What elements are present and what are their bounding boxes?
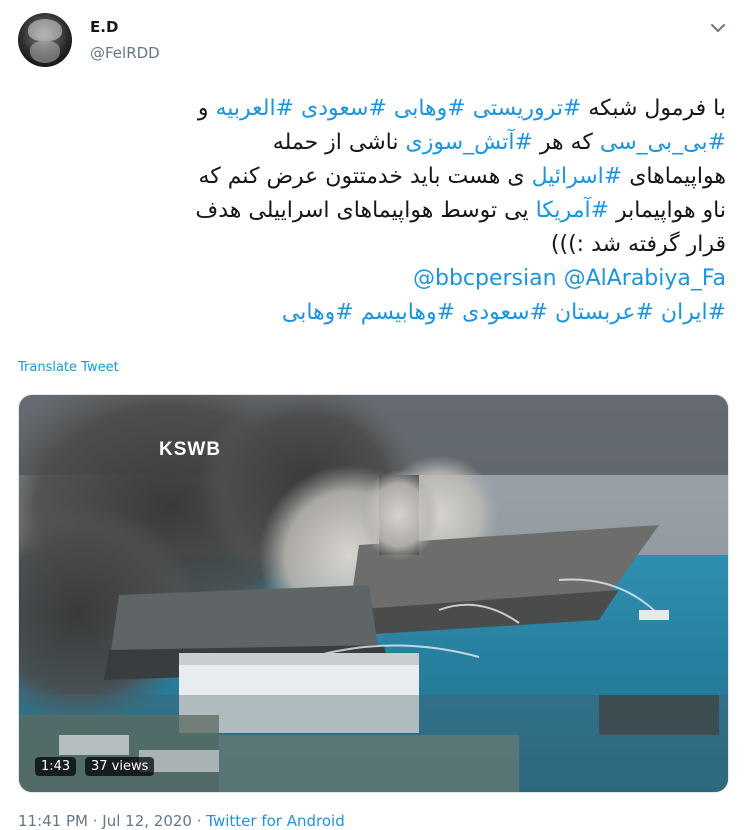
tweet-text-segment: با فرمول شبکه: [581, 96, 726, 121]
tweet-text-segment: و: [197, 96, 216, 121]
hashtag-link[interactable]: #سعودی: [301, 96, 387, 121]
hashtag-link[interactable]: #تروریستی: [473, 96, 582, 121]
tweet-text: با فرمول شبکه #تروریستی #وهابی #سعودی #ا…: [14, 92, 726, 330]
tweet-text-line: با فرمول شبکه #تروریستی #وهابی #سعودی #ا…: [14, 92, 726, 126]
chevron-down-icon[interactable]: [707, 17, 729, 39]
hashtag-link[interactable]: #وهابیسم: [361, 300, 455, 325]
tweet-text-line: #بی_بی_سی که هر #آتش_سوزی ناشی از حمله: [14, 126, 726, 160]
video-duration-badge: 1:43: [35, 757, 77, 776]
tweet-text-segment: که هر: [532, 130, 600, 155]
hashtag-link[interactable]: #سعودی: [462, 300, 548, 325]
tweet-text-line: @bbcpersian @AlArabiya_Fa: [14, 262, 726, 296]
video-player[interactable]: KSWB 1:43 37 views: [18, 394, 729, 793]
mention-link[interactable]: @AlArabiya_Fa: [564, 266, 726, 291]
tweet-text-segment: [466, 96, 473, 121]
tweet-text-line: #ایران #عربستان #سعودی #وهابیسم #وهابی: [14, 296, 726, 330]
tweet-footer: 11:41 PM · Jul 12, 2020 · Twitter for An…: [18, 812, 345, 830]
tweet-text-segment: ناو هواپیمابر: [609, 198, 726, 223]
hashtag-link[interactable]: #العربیه: [215, 96, 294, 121]
avatar[interactable]: [18, 13, 72, 67]
hashtag-link[interactable]: #ایران: [661, 300, 726, 325]
video-views-badge: 37 views: [85, 757, 155, 776]
tweet-source-link[interactable]: Twitter for Android: [206, 812, 344, 830]
tweet-date[interactable]: Jul 12, 2020: [102, 812, 192, 830]
tweet-text-segment: یی توسط هواپیماهای اسراییلی هدف: [195, 198, 536, 223]
tweet-text-segment: [294, 96, 301, 121]
footer-separator: ·: [191, 812, 207, 830]
hashtag-link[interactable]: #وهابی: [394, 96, 466, 121]
hashtag-link[interactable]: #بی_بی_سی: [600, 130, 726, 155]
tweet-text-segment: هواپیماهای: [622, 164, 726, 189]
hashtag-link[interactable]: #اسرائیل: [532, 164, 623, 189]
video-thumbnail: [19, 395, 728, 792]
footer-separator: ·: [87, 812, 103, 830]
hashtag-link[interactable]: #عربستان: [555, 300, 654, 325]
tweet-text-segment: قرار گرفته شد :))): [550, 232, 726, 257]
hashtag-link[interactable]: #آمریکا: [536, 198, 609, 223]
channel-logo: KSWB: [159, 439, 222, 460]
tweet-text-line: ناو هواپیمابر #آمریکا یی توسط هواپیماهای…: [14, 194, 726, 228]
tweet-text-segment: [387, 96, 394, 121]
hashtag-link[interactable]: #وهابی: [282, 300, 354, 325]
tweet-text-segment: ی هست باید خدمتتون عرض کنم که: [198, 164, 532, 189]
avatar-beard: [30, 41, 60, 63]
hashtag-link[interactable]: #آتش_سوزی: [406, 130, 533, 155]
tweet-time[interactable]: 11:41 PM: [18, 812, 88, 830]
tweet-text-segment: [654, 300, 661, 325]
mention-link[interactable]: @bbcpersian: [413, 266, 557, 291]
tweet-text-segment: ناشی از حمله: [272, 130, 406, 155]
translate-tweet-link[interactable]: Translate Tweet: [18, 360, 119, 375]
user-handle[interactable]: @FelRDD: [90, 44, 160, 62]
tweet-text-segment: [354, 300, 361, 325]
tweet-text-segment: [548, 300, 555, 325]
user-name[interactable]: E.D: [90, 18, 118, 36]
tweet-text-line: قرار گرفته شد :))): [14, 228, 726, 262]
avatar-hair: [28, 19, 62, 41]
tweet-text-line: هواپیماهای #اسرائیل ی هست باید خدمتتون ع…: [14, 160, 726, 194]
tweet-text-segment: [557, 266, 564, 291]
